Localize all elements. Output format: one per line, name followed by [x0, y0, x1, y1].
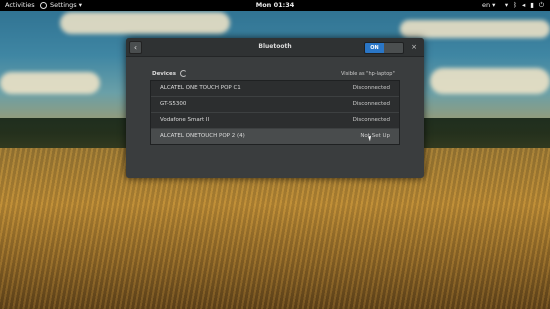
device-name: ALCATEL ONETOUCH POP 2 (4)	[160, 133, 245, 139]
bluetooth-toggle[interactable]: ON	[364, 42, 404, 54]
visible-as-label: Visible as "hp-laptop"	[341, 71, 395, 77]
bluetooth-dialog: ‹ Bluetooth ON × Devices Visible as "hp-…	[126, 38, 424, 178]
power-icon: ⏻	[538, 1, 544, 9]
close-button[interactable]: ×	[409, 42, 419, 52]
top-bar: Activities Settings ▾ Mon 01:34 en ▾ ▾ ᛒ…	[0, 0, 550, 11]
system-status-area[interactable]: ▾ ᛒ ◂ ▮ ⏻	[505, 1, 544, 10]
titlebar: ‹ Bluetooth ON ×	[126, 38, 424, 57]
searching-spinner-icon	[180, 70, 188, 77]
battery-icon: ▮	[530, 1, 534, 9]
app-menu[interactable]: Settings ▾	[40, 1, 82, 9]
wifi-icon: ▾	[504, 1, 509, 9]
toggle-knob	[384, 43, 403, 53]
device-status: Not Set Up	[360, 133, 390, 139]
gear-icon	[40, 1, 47, 9]
device-name: GT-S5300	[160, 101, 187, 107]
bluetooth-icon: ᛒ	[513, 1, 517, 9]
device-row[interactable]: GT-S5300 Disconnected	[151, 97, 399, 113]
input-language[interactable]: en ▾	[482, 1, 495, 9]
device-row[interactable]: ALCATEL ONE TOUCH POP C1 Disconnected	[151, 81, 399, 97]
device-status: Disconnected	[352, 117, 390, 123]
device-name: Vodafone Smart II	[160, 117, 210, 123]
toggle-on-label: ON	[365, 43, 384, 53]
app-menu-label: Settings ▾	[50, 1, 82, 9]
device-list: ALCATEL ONE TOUCH POP C1 Disconnected GT…	[150, 80, 400, 145]
cloud	[60, 12, 230, 34]
devices-label: Devices	[152, 70, 177, 77]
volume-icon: ◂	[522, 1, 526, 9]
cloud	[400, 20, 550, 38]
cloud	[430, 68, 550, 94]
devices-header: Devices	[152, 70, 188, 77]
device-row[interactable]: Vodafone Smart II Disconnected	[151, 113, 399, 129]
device-row[interactable]: ALCATEL ONETOUCH POP 2 (4) Not Set Up	[151, 129, 399, 144]
device-status: Disconnected	[352, 85, 390, 91]
device-status: Disconnected	[352, 101, 390, 107]
device-name: ALCATEL ONE TOUCH POP C1	[160, 85, 241, 91]
clock[interactable]: Mon 01:34	[256, 1, 295, 9]
cloud	[0, 72, 100, 94]
activities-button[interactable]: Activities	[5, 1, 35, 9]
